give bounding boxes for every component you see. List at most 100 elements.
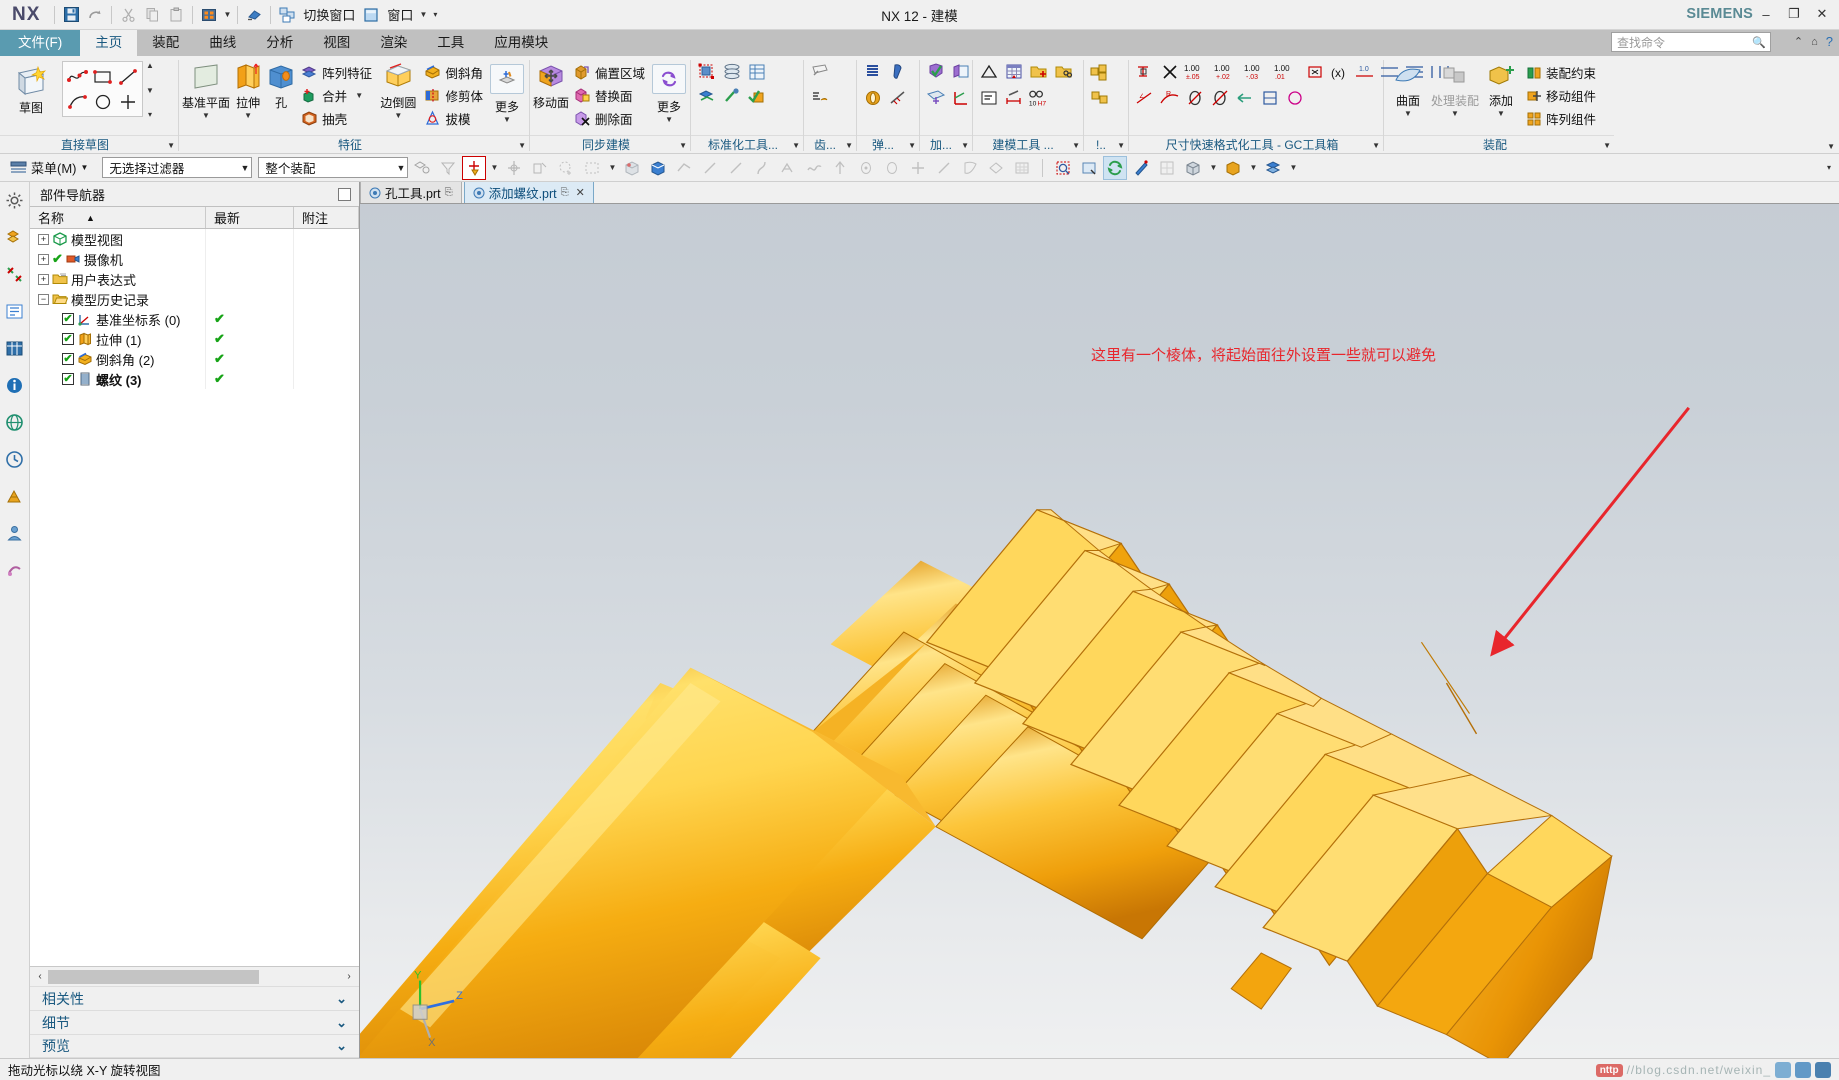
datum-plane-button[interactable]: 基准平面 ▼ (182, 59, 230, 120)
chevron-down-icon[interactable]: ▼ (908, 136, 916, 153)
pattern-component-button[interactable]: 阵列组件 (1522, 107, 1600, 130)
radius-tol-icon[interactable]: R (1157, 85, 1182, 110)
point-icon[interactable] (115, 89, 140, 114)
chevron-down-icon[interactable]: ▼ (394, 111, 402, 120)
select-rect-icon[interactable] (580, 156, 604, 180)
expander-minus-icon[interactable]: − (38, 293, 49, 305)
chevron-down-icon[interactable]: ▼ (503, 115, 511, 124)
tol-1-icon[interactable]: 1.00 ±.05 (1182, 59, 1212, 84)
select-circle-icon[interactable] (554, 156, 578, 180)
scroll-track[interactable] (48, 969, 341, 984)
tree-row-extrude[interactable]: ✔ 拉伸 (1) ✔ (30, 329, 359, 349)
chevron-down-icon[interactable]: ▼ (355, 91, 363, 100)
unite-button[interactable]: 合并 ▼ (297, 84, 376, 107)
annotation-icon[interactable] (807, 59, 832, 84)
pin-icon[interactable] (885, 59, 910, 84)
scroll-left-icon[interactable]: ‹ (32, 968, 48, 985)
home-icon[interactable]: ⌂ (1811, 36, 1818, 48)
chevron-down-icon[interactable]: ▼ (961, 136, 969, 153)
line2-select-icon[interactable] (724, 156, 748, 180)
triangle-icon[interactable] (976, 59, 1001, 84)
column-header-comment[interactable]: 附注 (294, 207, 359, 228)
column-header-name[interactable]: 名称 ▲ (30, 207, 206, 228)
window-label[interactable]: 窗口 (383, 5, 417, 24)
tab-assembly[interactable]: 装配 (137, 31, 194, 56)
chevron-down-icon[interactable]: ▼ (244, 111, 252, 120)
selection-filter-combo[interactable]: 无选择过滤器 ▼ (102, 157, 253, 178)
cut-icon[interactable] (116, 3, 140, 27)
face-select-icon[interactable] (620, 156, 644, 180)
ribbon-overflow-chevron-icon[interactable]: ▼ (1827, 142, 1835, 151)
section-details[interactable]: 细节 ⌄ (30, 1010, 359, 1034)
section-preview[interactable]: 预览 ⌄ (30, 1034, 359, 1058)
feature-more-box[interactable] (490, 64, 524, 94)
rotate-view-icon[interactable] (1103, 155, 1128, 180)
view-grid-icon[interactable] (1155, 156, 1179, 180)
render-style-icon[interactable] (1181, 156, 1205, 180)
expander-plus-icon[interactable]: + (38, 273, 49, 285)
angle-tol-icon[interactable]: ∠ (1132, 85, 1157, 110)
curve-select-icon[interactable] (750, 156, 774, 180)
chevron-down-icon[interactable]: ▼ (1072, 136, 1080, 153)
tree-row-thread[interactable]: ✔ 螺纹 (3) ✔ (30, 369, 359, 389)
axis-icon[interactable] (948, 85, 973, 110)
overflow-chevron-icon[interactable]: ▾ (429, 4, 441, 26)
scroll-thumb[interactable] (48, 969, 259, 984)
zoom-window-icon[interactable] (1077, 156, 1101, 180)
constraint-navigator-icon[interactable] (2, 261, 28, 287)
feature-checkbox[interactable]: ✔ (62, 333, 74, 345)
save-icon[interactable] (59, 3, 83, 27)
tab-render[interactable]: 渲染 (365, 31, 422, 56)
surface-button[interactable]: 曲面 ▼ (1387, 59, 1429, 118)
ellipse-select-icon[interactable] (880, 156, 904, 180)
hole-button[interactable]: 孔 (266, 59, 296, 111)
chevron-down-icon[interactable]: ▼ (1247, 157, 1259, 179)
switch-window-icon[interactable] (275, 3, 299, 27)
snap-settings-icon[interactable] (528, 156, 552, 180)
gc-extra-1-icon[interactable] (1257, 85, 1282, 110)
sketch-button[interactable]: 草图 (3, 59, 59, 116)
document-tab-add-thread[interactable]: 添加螺纹.prt ⎘ ✕ (463, 182, 594, 203)
scroll-right-icon[interactable]: › (341, 968, 357, 985)
gc-extra-2-icon[interactable] (1282, 85, 1307, 110)
tab-view[interactable]: 视图 (308, 31, 365, 56)
redo-icon[interactable] (83, 3, 107, 27)
chevron-down-icon[interactable]: ▼ (1603, 136, 1611, 153)
layer-settings-icon[interactable] (1261, 156, 1285, 180)
spreadsheet-icon[interactable] (1001, 59, 1026, 84)
edge-blend-button[interactable]: 边倒圆 ▼ (377, 59, 419, 120)
line-icon[interactable] (115, 64, 140, 89)
rectangle-icon[interactable] (90, 64, 115, 89)
gold-blocks2-icon[interactable] (1087, 85, 1112, 110)
dim-a-icon[interactable]: 1.0 (1352, 59, 1377, 84)
tab-home[interactable]: 主页 (80, 30, 138, 56)
pin-panel-icon[interactable] (338, 187, 351, 201)
web-browser-icon[interactable] (2, 409, 28, 435)
spring-icon[interactable] (860, 59, 885, 84)
chevron-down-icon[interactable]: ▼ (1451, 109, 1459, 118)
check-part-icon[interactable] (744, 84, 769, 109)
chevron-down-icon[interactable]: ▼ (679, 136, 687, 153)
spline-icon[interactable] (65, 64, 90, 89)
feature-checkbox[interactable]: ✔ (62, 373, 74, 385)
minimize-button[interactable]: – (1753, 3, 1779, 25)
gold-blocks-icon[interactable] (1087, 59, 1112, 84)
note-icon[interactable] (976, 85, 1001, 110)
command-search-input[interactable]: 查找命令 🔍 (1611, 32, 1771, 52)
feature-checkbox[interactable]: ✔ (62, 353, 74, 365)
wire-icon[interactable] (885, 85, 910, 110)
tol-3-icon[interactable]: 1.00 -.03 (1242, 59, 1272, 84)
close-x-icon[interactable] (1157, 59, 1182, 84)
line-select-icon[interactable] (698, 156, 722, 180)
tol-2-icon[interactable]: 1.00 +.02 (1212, 59, 1242, 84)
chevron-down-icon[interactable]: ⌄ (336, 1038, 347, 1054)
document-tab-hole-tool[interactable]: 孔工具.prt ⎘ (360, 182, 462, 203)
tab-application[interactable]: 应用模块 (479, 31, 563, 56)
scroll-down-icon[interactable]: ▼ (146, 86, 154, 95)
tab-tools[interactable]: 工具 (422, 31, 479, 56)
slash-select-icon[interactable] (932, 156, 956, 180)
switch-window-label[interactable]: 切换窗口 (299, 5, 359, 24)
chevron-down-icon[interactable]: ▼ (221, 4, 233, 26)
chevron-down-icon[interactable]: ▼ (488, 157, 500, 179)
selbar-overflow-chevron-icon[interactable]: ▾ (1823, 157, 1835, 179)
